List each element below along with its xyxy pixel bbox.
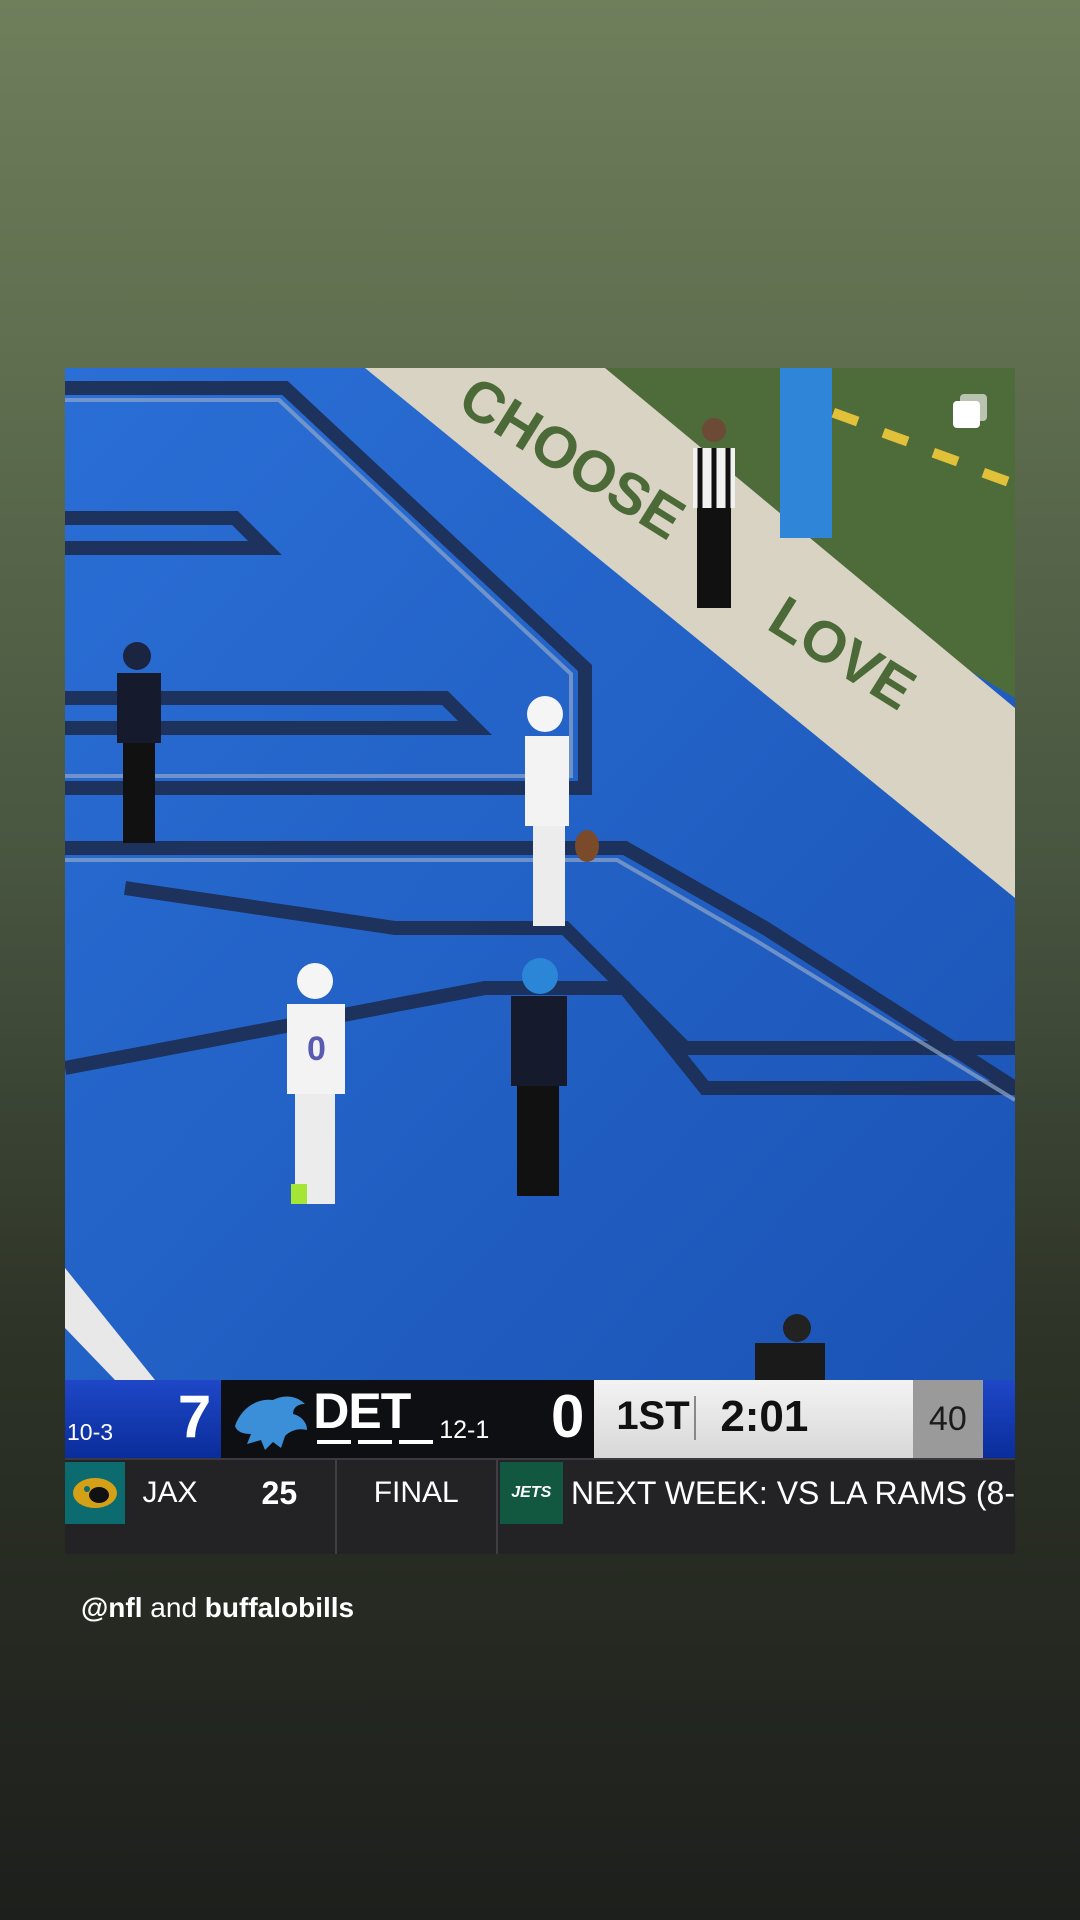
play-clock: 40 xyxy=(912,1380,983,1458)
away-record: 10-3 xyxy=(67,1419,114,1445)
scorebug: 10-3 7 DET 12-1 0 1ST 2:01 40 2N xyxy=(65,1380,1015,1458)
score-ticker: JAX 25 FINAL JETS NEXT WEEK: VS LA RAMS … xyxy=(65,1458,1015,1554)
ticker-team: JAX xyxy=(142,1476,198,1509)
lions-logo-icon xyxy=(235,1396,308,1450)
clock-divider xyxy=(694,1396,697,1440)
svg-text:0: 0 xyxy=(307,1030,326,1068)
home-team-panel: DET 12-1 0 xyxy=(221,1380,595,1458)
jets-logo-icon: JETS xyxy=(499,1462,564,1524)
multiple-media-icon xyxy=(953,394,987,428)
ticker-score: 25 xyxy=(261,1475,298,1511)
story-frame: CHOOSE LOVE 0 10-3 7 DET 12-1 0 1ST 2:01… xyxy=(0,0,1080,1920)
story-caption[interactable]: @nfl and buffalobills xyxy=(81,1592,354,1624)
caption-account-buffalobills[interactable]: buffalobills xyxy=(205,1592,354,1623)
game-clock: 2:01 xyxy=(720,1392,809,1441)
ticker-next-game: NEXT WEEK: VS LA RAMS (8- xyxy=(571,1475,1015,1511)
home-score: 0 xyxy=(550,1383,585,1450)
video-post[interactable]: CHOOSE LOVE 0 10-3 7 DET 12-1 0 1ST 2:01… xyxy=(65,368,1015,1554)
game-clock-panel: 1ST 2:01 xyxy=(594,1380,913,1458)
quarter: 1ST xyxy=(616,1394,690,1438)
jaguars-logo-icon xyxy=(65,1462,125,1524)
away-score: 7 xyxy=(177,1383,212,1450)
home-record: 12-1 xyxy=(439,1416,490,1444)
football-field-image: CHOOSE LOVE 0 xyxy=(65,368,1015,1380)
caption-account-nfl[interactable]: @nfl xyxy=(81,1592,143,1623)
caption-conjunction: and xyxy=(142,1592,205,1623)
down-distance: 2N xyxy=(983,1380,1015,1458)
away-team-panel: 10-3 7 xyxy=(65,1380,222,1458)
ticker-status: FINAL xyxy=(373,1476,459,1509)
home-team-abbr: DET xyxy=(313,1383,411,1439)
timeouts-indicator xyxy=(317,1440,434,1444)
ticker-divider xyxy=(495,1460,498,1554)
